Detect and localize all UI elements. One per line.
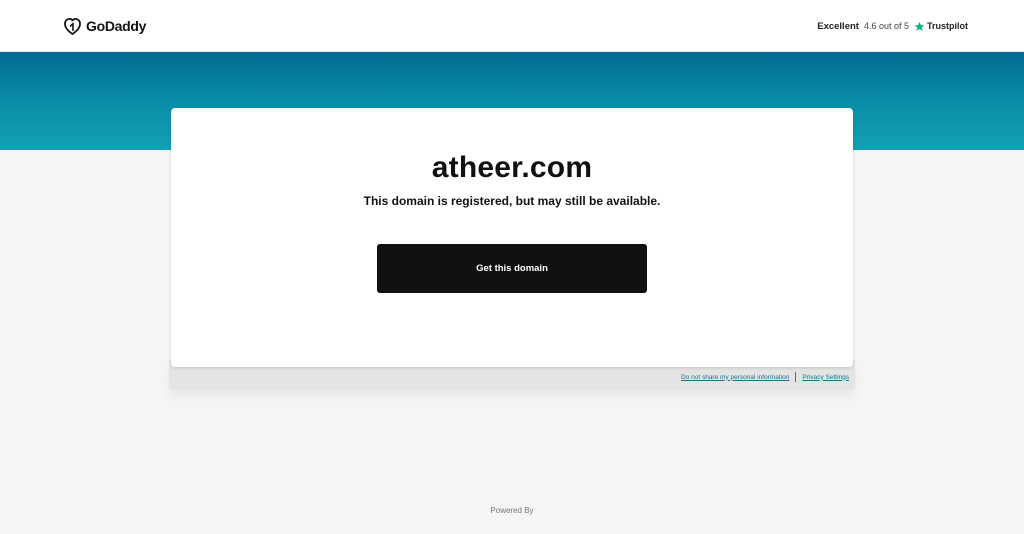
brand-name: GoDaddy [86,18,147,34]
powered-by-text: Powered By [490,506,534,515]
godaddy-logo-icon [64,17,81,35]
do-not-share-link[interactable]: Do not share my personal information [681,374,789,381]
legal-links: Do not share my personal information Pri… [681,372,849,382]
trustpilot-rating-word: Excellent [817,20,859,32]
domain-card: atheer.com This domain is registered, bu… [171,108,853,367]
trustpilot-score: 4.6 out of 5 [863,21,909,31]
godaddy-logo-link[interactable]: GoDaddy [63,16,146,36]
privacy-settings-link[interactable]: Privacy Settings [802,374,849,381]
trustpilot-star-icon [914,21,925,31]
trustpilot-brand: Trustpilot [914,21,968,32]
domain-title: atheer.com [431,151,593,184]
trustpilot-widget[interactable]: Excellent 4.6 out of 5 Trustpilot [817,18,968,34]
trustpilot-label: Trustpilot [927,21,968,31]
link-divider [795,372,797,382]
domain-status-text: This domain is registered, but may still… [363,194,661,208]
top-bar: GoDaddy Excellent 4.6 out of 5 Trustpilo… [0,0,1024,52]
get-this-domain-button[interactable]: Get this domain [377,244,647,293]
